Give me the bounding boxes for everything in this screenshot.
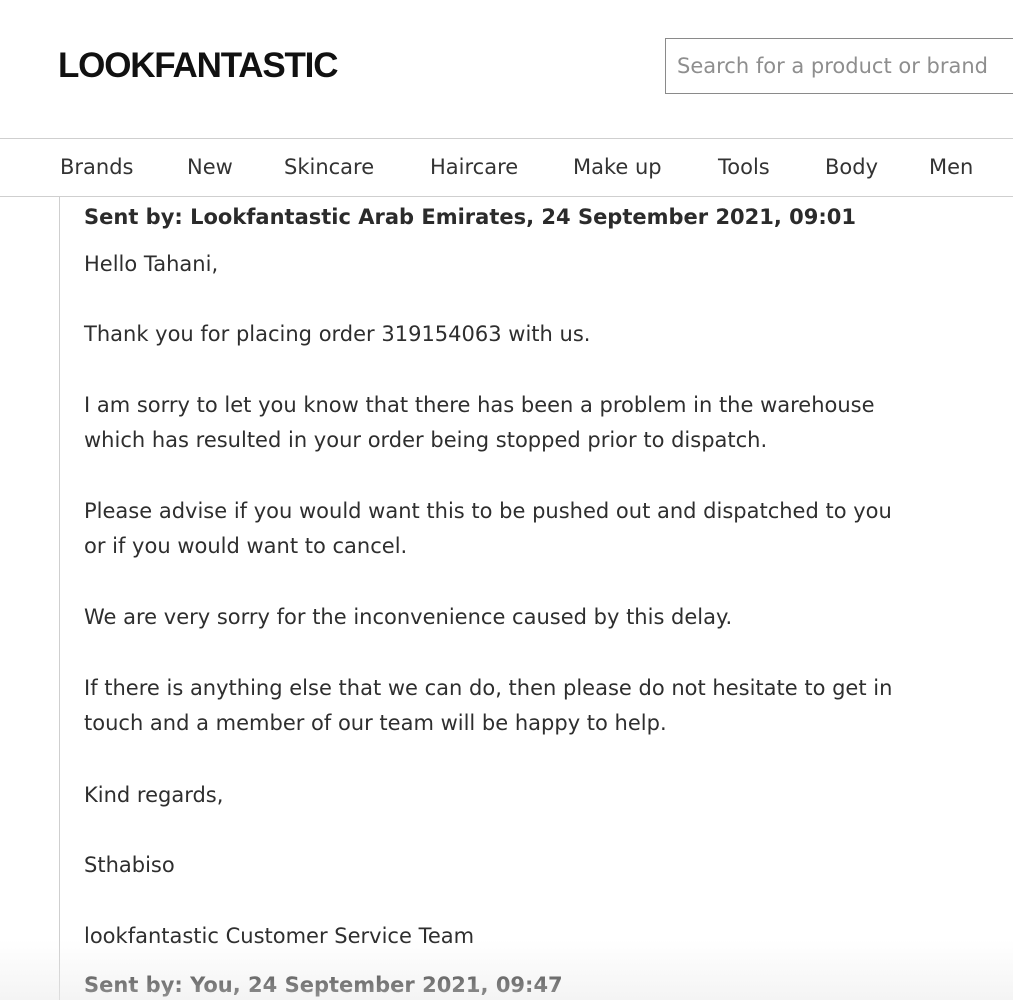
message-sender-line: Sent by: You, 24 September 2021, 09:47 [84,973,563,997]
message-paragraph: Thank you for placing order 319154063 wi… [84,322,591,346]
site-header: LOOKFANTASTIC [0,0,1013,138]
message-team-name: lookfantastic Customer Service Team [84,924,475,948]
message-sender-line: Sent by: Lookfantastic Arab Emirates, 24… [84,205,857,229]
nav-item-makeup[interactable]: Make up [573,154,662,180]
message-paragraph: I am sorry to let you know that there ha… [84,393,875,417]
message-paragraph: Please advise if you would want this to … [84,499,892,523]
nav-item-skincare[interactable]: Skincare [284,154,374,180]
nav-item-men[interactable]: Men [929,154,973,180]
site-logo[interactable]: LOOKFANTASTIC [58,46,338,86]
message-signoff: Kind regards, [84,783,224,807]
thread-divider [59,197,60,1000]
message-thread: Sent by: Lookfantastic Arab Emirates, 24… [0,197,1013,1000]
message-paragraph: which has resulted in your order being s… [84,428,768,452]
nav-item-tools[interactable]: Tools [718,154,770,180]
message-agent-name: Sthabiso [84,853,175,877]
nav-item-haircare[interactable]: Haircare [430,154,518,180]
message-paragraph: If there is anything else that we can do… [84,676,893,700]
message-paragraph: touch and a member of our team will be h… [84,711,667,735]
nav-item-new[interactable]: New [187,154,233,180]
nav-item-brands[interactable]: Brands [60,154,134,180]
message-paragraph: We are very sorry for the inconvenience … [84,605,733,629]
message-paragraph: or if you would want to cancel. [84,534,408,558]
search-box[interactable] [665,38,1013,94]
main-nav: Brands New Skincare Haircare Make up Too… [0,138,1013,197]
search-input[interactable] [666,39,1013,93]
message-greeting: Hello Tahani, [84,252,219,276]
nav-item-body[interactable]: Body [825,154,878,180]
